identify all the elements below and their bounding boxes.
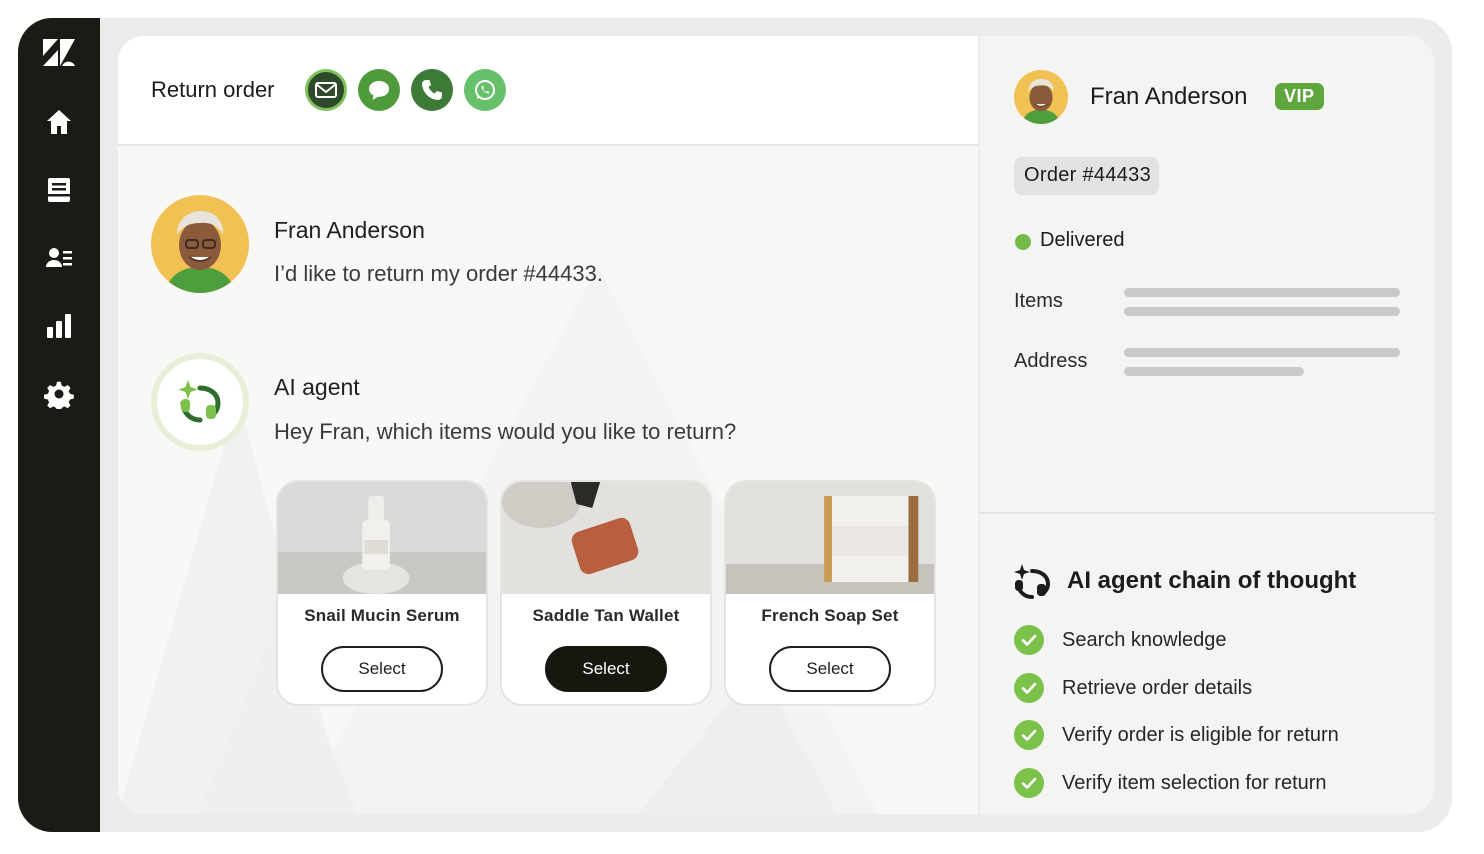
ai-agent-icon (151, 353, 249, 451)
settings-icon[interactable] (39, 374, 79, 414)
chain-step-label: Search knowledge (1062, 628, 1227, 651)
snail-mucin-serum-image (278, 482, 486, 594)
agent-message-author: AI agent (274, 374, 360, 400)
chain-step-label: Retrieve order details (1062, 676, 1253, 699)
select-button[interactable]: Select (769, 646, 891, 692)
select-button[interactable]: Select (321, 646, 443, 692)
chain-step: Verify item selection for return (1014, 767, 1327, 799)
whatsapp-icon[interactable] (463, 69, 506, 111)
sidebar (18, 18, 100, 832)
check-icon (1014, 673, 1044, 703)
chain-step: Search knowledge (1014, 624, 1227, 656)
conversation-header: Return order (118, 36, 978, 146)
agent-message-text: Hey Fran, which items would you like to … (274, 419, 737, 444)
inbox-icon[interactable] (39, 170, 79, 210)
order-tag[interactable]: Order #44433 (1014, 157, 1160, 195)
home-icon[interactable] (39, 102, 79, 142)
check-icon (1014, 625, 1044, 655)
chat-icon[interactable] (357, 69, 400, 111)
product-card[interactable]: French Soap Set Select (724, 480, 936, 706)
saddle-tan-wallet-image (502, 482, 710, 594)
chain-step: Retrieve order details (1014, 672, 1252, 704)
status-dot-icon (1015, 234, 1031, 250)
customer-context-panel: Fran Anderson VIP Order #44433 Delivered… (980, 36, 1434, 814)
address-placeholder-line (1124, 367, 1304, 376)
order-status: Delivered (1040, 229, 1125, 251)
customer-avatar (151, 195, 249, 293)
items-placeholder-line (1124, 288, 1400, 297)
vip-badge: VIP (1275, 83, 1324, 110)
customer-message-text: I’d like to return my order #44433. (274, 261, 603, 286)
reports-icon[interactable] (39, 306, 79, 346)
conversation-panel: Return order Fran Anderson I’d like to r… (118, 36, 978, 814)
address-label: Address (1014, 350, 1088, 372)
product-name: French Soap Set (761, 606, 899, 625)
phone-icon[interactable] (410, 69, 453, 111)
product-name: Snail Mucin Serum (304, 606, 460, 625)
customer-message-author: Fran Anderson (274, 217, 425, 243)
contacts-icon[interactable] (39, 238, 79, 278)
product-card-list: Snail Mucin Serum Select Saddle Tan Wall… (276, 480, 936, 706)
items-placeholder-line (1124, 307, 1400, 316)
chain-step-label: Verify order is eligible for return (1062, 723, 1339, 746)
email-icon[interactable] (304, 69, 347, 111)
product-name: Saddle Tan Wallet (532, 606, 680, 625)
chain-step-label: Verify item selection for return (1062, 771, 1327, 794)
app-frame: Return order Fran Anderson I’d like to r… (18, 18, 1452, 832)
customer-details: Fran Anderson VIP Order #44433 Delivered… (980, 36, 1434, 514)
check-icon (1014, 720, 1044, 750)
check-icon (1014, 768, 1044, 798)
address-placeholder-line (1124, 348, 1400, 357)
chain-step: Verify order is eligible for return (1014, 719, 1339, 751)
chain-of-thought-title: AI agent chain of thought (1067, 567, 1357, 594)
product-card[interactable]: Saddle Tan Wallet Select (500, 480, 712, 706)
product-card[interactable]: Snail Mucin Serum Select (276, 480, 488, 706)
ai-sparkle-icon (1014, 564, 1051, 599)
zendesk-logo-icon[interactable] (42, 38, 76, 68)
customer-name: Fran Anderson (1090, 83, 1248, 110)
select-button[interactable]: Select (545, 646, 667, 692)
items-label: Items (1014, 290, 1063, 312)
conversation-title: Return order (151, 77, 275, 102)
french-soap-set-image (726, 482, 934, 594)
customer-avatar-small (1014, 70, 1068, 124)
